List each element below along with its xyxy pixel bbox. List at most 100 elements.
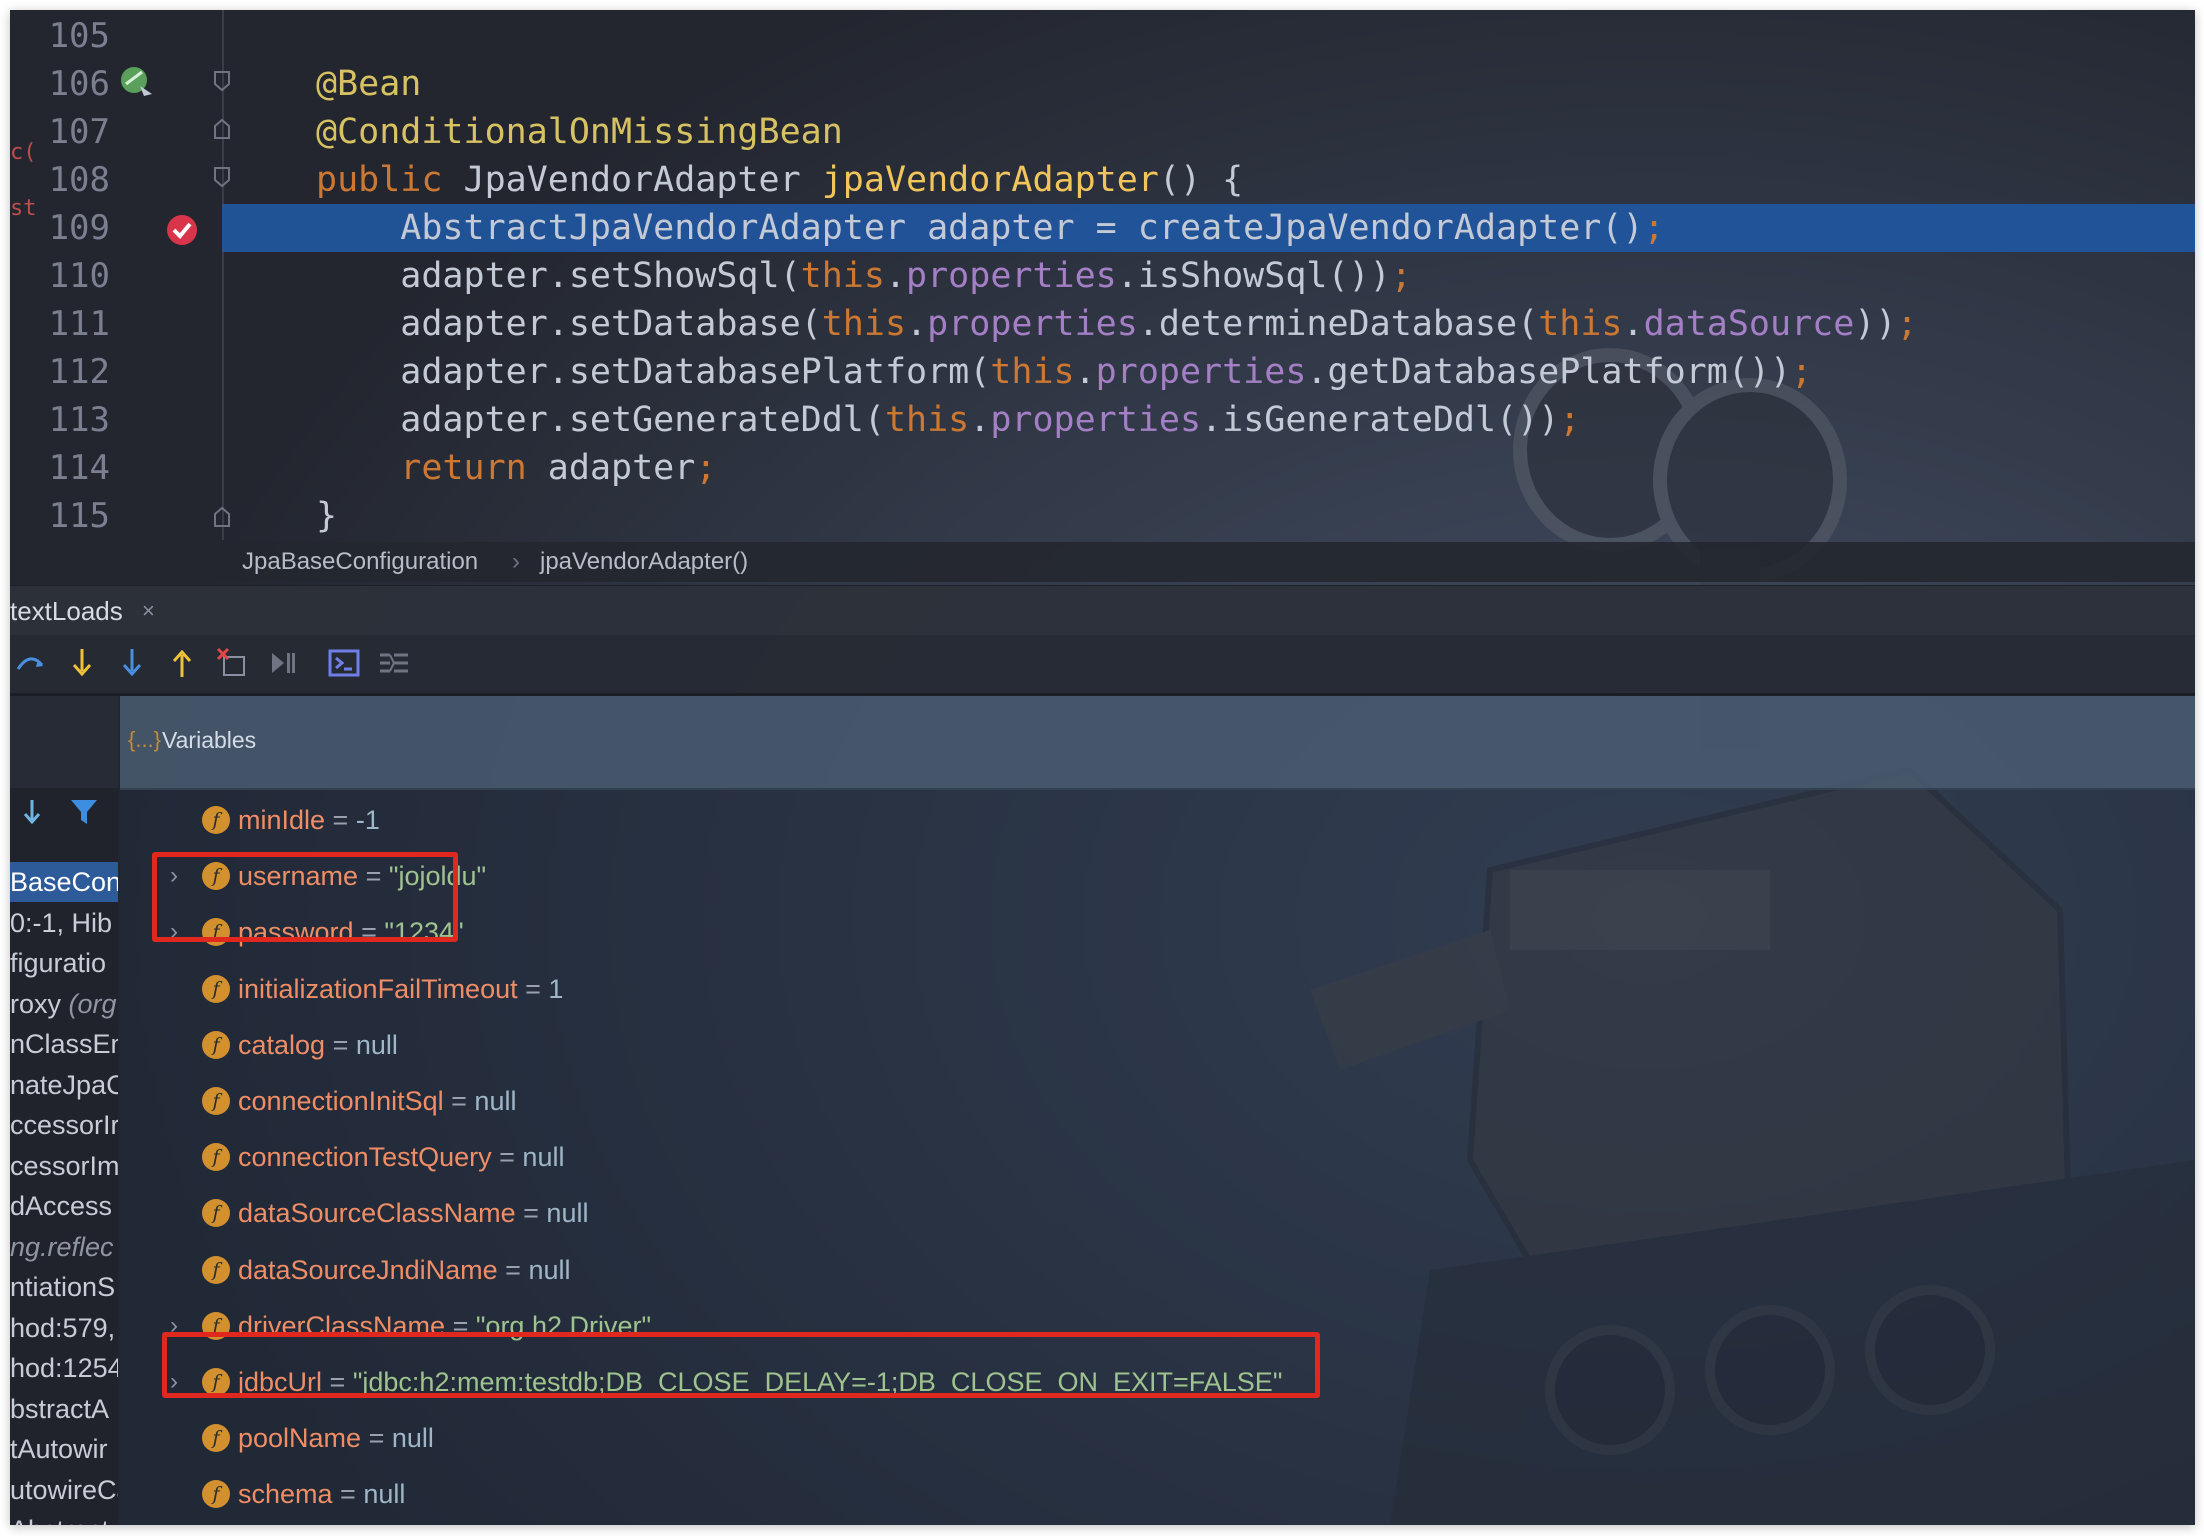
breadcrumb-class[interactable]: JpaBaseConfiguration	[242, 542, 478, 582]
stack-frame[interactable]: utowireCa	[10, 1470, 118, 1510]
stack-frame-label: hod:1254	[10, 1353, 118, 1383]
field-icon: f	[202, 1480, 230, 1509]
variable-row[interactable]: f poolName = null	[120, 1412, 1520, 1464]
variable-name: initializationFailTimeout	[238, 973, 518, 1004]
code-line[interactable]: 111 adapter.setDatabase(this.properties.…	[10, 300, 2195, 348]
stack-frame[interactable]: Abstract	[10, 1510, 118, 1525]
stack-frame[interactable]: cessorIm	[10, 1146, 118, 1186]
stack-frame-label: Abstract	[10, 1515, 109, 1525]
variable-row[interactable]: f catalog = null	[120, 1019, 1520, 1071]
stack-frame[interactable]: hod:1254	[10, 1348, 118, 1388]
step-into-icon[interactable]	[64, 645, 100, 681]
filter-icon[interactable]	[68, 796, 100, 828]
code-line[interactable]: 107 @ConditionalOnMissingBean	[10, 108, 2195, 156]
stack-frame[interactable]: nateJpaC	[10, 1065, 118, 1105]
braces-icon: {...}	[128, 727, 162, 752]
breakpoint-icon[interactable]	[165, 213, 199, 247]
code-text[interactable]: return adapter;	[316, 444, 716, 492]
evaluate-expression-icon[interactable]	[326, 645, 362, 681]
variable-row[interactable]: f dataSourceJndiName = null	[120, 1244, 1520, 1296]
debug-session-tab[interactable]: textLoads	[10, 586, 123, 636]
code-line[interactable]: 110 adapter.setShowSql(this.properties.i…	[10, 252, 2195, 300]
stack-frame[interactable]: ntiationS	[10, 1267, 118, 1307]
breadcrumb-method[interactable]: jpaVendorAdapter()	[540, 542, 748, 582]
code-text[interactable]: }	[316, 492, 337, 540]
clipped-edge-text: c(	[10, 140, 37, 165]
stack-frame[interactable]: ng.reflec	[10, 1227, 118, 1267]
code-text[interactable]: public JpaVendorAdapter jpaVendorAdapter…	[316, 156, 1243, 204]
variable-row[interactable]: f dataSourceClassName = null	[120, 1187, 1520, 1239]
variable-row[interactable]: f connectionTestQuery = null	[120, 1131, 1520, 1183]
stack-frame[interactable]: BaseCon	[10, 862, 118, 902]
stack-frame[interactable]: dAccess	[10, 1186, 118, 1226]
code-line[interactable]: 109 AbstractJpaVendorAdapter adapter = c…	[10, 204, 2195, 252]
force-step-into-icon[interactable]	[114, 645, 150, 681]
code-text[interactable]: adapter.setGenerateDdl(this.properties.i…	[316, 396, 1580, 444]
stack-frame-label: utowireCa	[10, 1474, 118, 1505]
code-text[interactable]: adapter.setDatabasePlatform(this.propert…	[316, 348, 1812, 396]
run-to-cursor-icon[interactable]	[264, 645, 300, 681]
variable-row[interactable]: f connectionInitSql = null	[120, 1075, 1520, 1127]
code-line[interactable]: 114 return adapter;	[10, 444, 2195, 492]
variable-name: catalog	[238, 1029, 326, 1060]
stack-frame[interactable]: bstractA	[10, 1389, 118, 1429]
variable-value: -1	[355, 805, 380, 835]
trace-current-stream-icon[interactable]	[376, 645, 412, 681]
stack-frame[interactable]: nClassEn	[10, 1024, 118, 1064]
fold-marker-icon[interactable]	[213, 70, 231, 92]
variables-tree[interactable]: f minIdle = -1 › f username = "jojoldu" › f pas…	[120, 790, 2195, 1525]
stack-frame[interactable]: figuratio	[10, 943, 118, 983]
field-icon: f	[202, 1087, 230, 1115]
frames-toolbar	[10, 788, 118, 838]
arrow-down-icon[interactable]	[16, 796, 48, 828]
variable-equals: =	[443, 1086, 475, 1116]
variable-row[interactable]: f schema = null	[120, 1468, 1520, 1520]
code-text[interactable]: @Bean	[316, 60, 421, 108]
step-over-icon[interactable]	[12, 645, 48, 681]
code-token: @ConditionalOnMissingBean	[316, 112, 843, 152]
fold-marker-icon[interactable]	[213, 166, 231, 188]
code-token: properties	[906, 256, 1117, 296]
variable-text: connectionInitSql = null	[238, 1083, 516, 1119]
code-line[interactable]: 113 adapter.setGenerateDdl(this.properti…	[10, 396, 2195, 444]
variable-equals: =	[325, 805, 356, 835]
code-line[interactable]: 106 @Bean	[10, 60, 2195, 108]
code-token: dataSource	[1643, 304, 1855, 344]
line-number: 108	[48, 160, 110, 200]
drop-frame-icon[interactable]	[214, 645, 250, 681]
code-line[interactable]: 105	[10, 12, 2195, 60]
variable-row[interactable]: f minIdle = -1	[120, 794, 1520, 846]
variable-text: initializationFailTimeout = 1	[238, 971, 563, 1007]
code-token: .	[969, 400, 991, 440]
variable-row[interactable]: f initializationFailTimeout = 1	[120, 963, 1520, 1015]
variable-value: null	[546, 1198, 589, 1229]
code-editor[interactable]: 105 106 @Bean 107 @ConditionalOnMissingBean 1…	[10, 10, 2195, 580]
variable-text: poolName = null	[238, 1420, 434, 1456]
code-token: ;	[1559, 400, 1581, 440]
fold-marker-icon[interactable]	[213, 506, 231, 528]
code-text[interactable]: AbstractJpaVendorAdapter adapter = creat…	[316, 204, 1664, 252]
code-token: .	[906, 304, 928, 344]
line-number: 112	[48, 352, 110, 392]
stack-frame[interactable]: tAutowir	[10, 1429, 118, 1469]
close-icon[interactable]: ×	[142, 586, 155, 636]
code-line[interactable]: 115}	[10, 492, 2195, 540]
code-text[interactable]: adapter.setDatabase(this.properties.dete…	[316, 300, 1917, 348]
code-line[interactable]: 112 adapter.setDatabasePlatform(this.pro…	[10, 348, 2195, 396]
stack-frame-label: 0:-1, Hib	[10, 907, 113, 938]
code-text[interactable]: @ConditionalOnMissingBean	[316, 108, 843, 156]
code-text[interactable]: adapter.setShowSql(this.properties.isSho…	[316, 252, 1411, 300]
bean-gutter-icon[interactable]	[118, 62, 158, 102]
code-line[interactable]: 108 public JpaVendorAdapter jpaVendorAdap…	[10, 156, 2195, 204]
debug-toolbar	[10, 635, 2195, 696]
step-out-icon[interactable]	[164, 645, 200, 681]
code-token: this	[990, 352, 1075, 392]
code-token: this	[800, 256, 885, 296]
stack-frame[interactable]: roxy (org	[10, 984, 118, 1024]
fold-marker-icon[interactable]	[213, 118, 231, 140]
stack-frame[interactable]: 0:-1, Hib	[10, 903, 118, 943]
stack-frame-label: ng.reflec	[10, 1231, 114, 1262]
stack-frame[interactable]: hod:579,	[10, 1308, 118, 1348]
variable-equals: =	[491, 1142, 523, 1173]
stack-frame[interactable]: ccessorIr	[10, 1105, 118, 1145]
